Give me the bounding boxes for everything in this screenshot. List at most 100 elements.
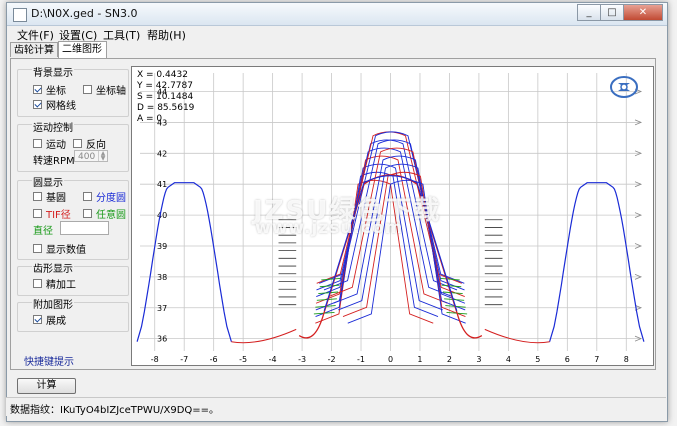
maximize-button[interactable]: □: [600, 4, 624, 21]
show-values-label: 显示数值: [46, 245, 86, 256]
extra-group-title: 附加图形: [32, 296, 74, 311]
finish-label: 精加工: [46, 280, 76, 291]
y-tick-label: 41: [157, 180, 167, 189]
menu-bar: 文件(F) 设置(C) 工具(T) 帮助(H): [7, 26, 667, 42]
base-circle-label: 基圆: [46, 193, 66, 204]
speed-label: 转速RPM: [33, 156, 75, 167]
root-arc-left: [231, 328, 297, 344]
diameter-input[interactable]: [60, 221, 109, 235]
x-tick-label: -6: [210, 355, 218, 364]
menu-tools[interactable]: 工具(T): [103, 27, 140, 43]
grid-option[interactable]: 网格线: [33, 97, 76, 112]
y-tick-label: 42: [157, 149, 167, 158]
x-tick-label: 2: [447, 355, 452, 364]
coord-axis-label: 坐标轴: [96, 86, 126, 97]
coordinate-readout: X = 0.4432 Y = 42.7787 S = 10.1484 D = 8…: [137, 70, 194, 125]
minimize-button[interactable]: _: [577, 4, 601, 21]
tif-circle-checkbox[interactable]: [33, 209, 42, 218]
watermark-url: www.jzsu.com: [255, 218, 404, 238]
coord-label: 坐标: [46, 86, 66, 97]
tab-gear-calc[interactable]: 齿轮计算: [10, 42, 58, 57]
show-values-option[interactable]: 显示数值: [33, 241, 86, 256]
readout-d: D = 85.5619: [137, 103, 195, 113]
readout-y: Y = 42.7787: [137, 81, 193, 91]
coord-option[interactable]: 坐标: [33, 82, 66, 97]
reverse-checkbox[interactable]: [73, 139, 82, 148]
app-icon: [13, 8, 27, 22]
x-tick-label: -3: [298, 355, 306, 364]
pitch-circle-option[interactable]: 分度圆: [83, 189, 126, 204]
x-tick-label: 8: [624, 355, 629, 364]
title-bar[interactable]: D:\N0X.ged - SN3.0 _ □ ✕: [7, 3, 667, 26]
background-group-title: 背景显示: [32, 64, 74, 79]
contact-line-left: [319, 284, 340, 288]
x-tick-label: 7: [594, 355, 599, 364]
x-tick-label: -4: [269, 355, 277, 364]
status-bar: 数据指纹：IKuTyO4bIZJceTPWU/X9DQ==。: [6, 397, 666, 416]
shortcut-hint-link[interactable]: 快捷键提示: [24, 353, 74, 368]
pitch-circle-checkbox[interactable]: [83, 192, 92, 201]
tif-circle-label: TIF径: [46, 210, 71, 221]
any-circle-checkbox[interactable]: [83, 209, 92, 218]
generating-checkbox[interactable]: [33, 315, 42, 324]
y-tick-label: 38: [157, 273, 167, 282]
finish-checkbox[interactable]: [33, 279, 42, 288]
base-circle-checkbox[interactable]: [33, 192, 42, 201]
menu-file[interactable]: 文件(F): [17, 27, 54, 43]
tif-circle-option[interactable]: TIF径: [33, 206, 71, 221]
control-panel: 背景显示 坐标 坐标轴 网格线 运动控制 运动 反向 转速RPM 400 ▲ ▼ 圆…: [17, 64, 129, 364]
move-option[interactable]: 运动: [33, 136, 66, 151]
y-tick-label: 36: [157, 335, 167, 344]
pitch-circle-label: 分度圆: [96, 193, 126, 204]
root-arc-right: [484, 328, 550, 344]
move-label: 运动: [46, 140, 66, 151]
reverse-label: 反向: [86, 140, 106, 151]
x-tick-label: 5: [535, 355, 540, 364]
tooth-group-title: 齿形显示: [32, 260, 74, 275]
move-checkbox[interactable]: [33, 139, 42, 148]
y-tick-label: 37: [157, 304, 167, 313]
generating-label: 展成: [46, 316, 66, 327]
spin-arrows-icon[interactable]: ▲ ▼: [98, 151, 107, 162]
coord-checkbox[interactable]: [33, 85, 42, 94]
calculate-button[interactable]: 计算: [17, 378, 76, 394]
y-tick-label: 39: [157, 242, 167, 251]
diameter-label: 直径: [33, 226, 53, 237]
menu-help[interactable]: 帮助(H): [147, 27, 186, 43]
x-tick-label: 3: [476, 355, 481, 364]
x-tick-label: -1: [357, 355, 365, 364]
readout-x: X = 0.4432: [137, 70, 188, 80]
app-logo-icon: [610, 76, 638, 98]
any-circle-option[interactable]: 任意圆: [83, 206, 126, 221]
any-circle-label: 任意圆: [96, 210, 126, 221]
speed-value: 400: [78, 152, 96, 162]
x-tick-label: 1: [417, 355, 422, 364]
grid-checkbox[interactable]: [33, 100, 42, 109]
coord-axis-checkbox[interactable]: [83, 85, 92, 94]
x-tick-label: 6: [565, 355, 570, 364]
base-circle-option[interactable]: 基圆: [33, 189, 66, 204]
motion-group-title: 运动控制: [32, 119, 74, 134]
x-tick-label: 4: [506, 355, 511, 364]
y-tick-label: 40: [157, 211, 167, 220]
x-tick-label: -7: [180, 355, 188, 364]
x-tick-label: 0: [388, 355, 393, 364]
status-text: 数据指纹：IKuTyO4bIZJceTPWU/X9DQ==。: [10, 405, 220, 416]
show-values-checkbox[interactable]: [33, 244, 42, 253]
readout-a: A = 0: [137, 114, 163, 124]
contact-line-right: [441, 284, 462, 288]
window-title: D:\N0X.ged - SN3.0: [31, 7, 138, 20]
speed-spinner[interactable]: 400 ▲ ▼: [74, 150, 108, 162]
x-tick-label: -8: [151, 355, 159, 364]
coord-axis-option[interactable]: 坐标轴: [83, 82, 126, 97]
x-tick-label: -2: [328, 355, 336, 364]
circle-group-title: 圆显示: [32, 174, 64, 189]
finish-option[interactable]: 精加工: [33, 276, 76, 291]
readout-s: S = 10.1484: [137, 92, 194, 102]
x-tick-label: -5: [239, 355, 247, 364]
reverse-option[interactable]: 反向: [73, 136, 106, 151]
generating-option[interactable]: 展成: [33, 312, 66, 327]
tab-2d-graphics[interactable]: 二维图形: [58, 41, 107, 58]
close-button[interactable]: ✕: [623, 4, 663, 21]
grid-label: 网格线: [46, 101, 76, 112]
